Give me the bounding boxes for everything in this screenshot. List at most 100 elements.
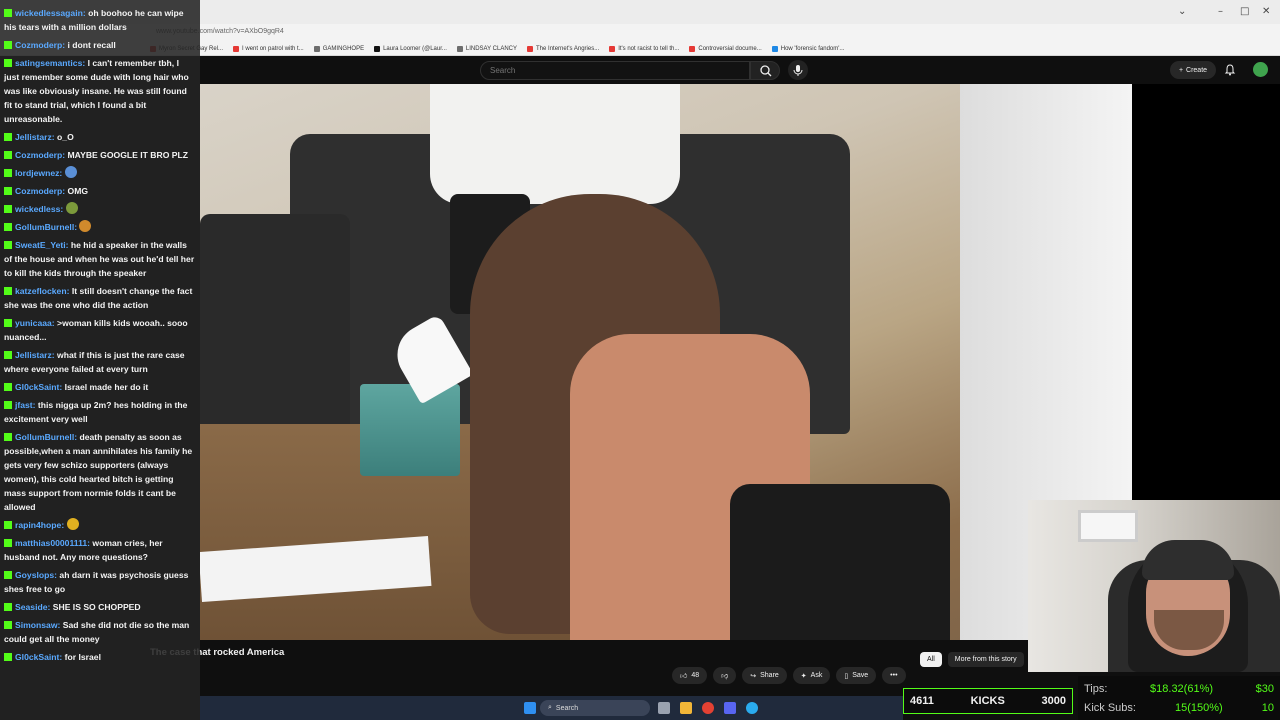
bookmark-item[interactable]: It's not racist to tell th... xyxy=(609,45,680,52)
task-view-icon[interactable] xyxy=(658,702,670,714)
tips-row: Tips: $18.32(61%) $30 xyxy=(1084,680,1274,699)
chat-overlay: wickedlessagain: oh boohoo he can wipe h… xyxy=(0,0,200,720)
notifications-bell-icon[interactable] xyxy=(1224,64,1236,76)
search-input[interactable] xyxy=(490,66,730,75)
windows-start-icon[interactable] xyxy=(524,702,536,714)
kick-badge-icon xyxy=(4,521,12,529)
chat-username[interactable]: GollumBurnell xyxy=(15,432,74,442)
video-player[interactable] xyxy=(200,84,1132,640)
chat-username[interactable]: jfast xyxy=(15,400,33,410)
bookmark-item[interactable]: LINDSAY CLANCY xyxy=(456,45,517,52)
search-button[interactable] xyxy=(750,61,780,80)
chat-message: GollumBurnell: death penalty as soon as … xyxy=(4,430,196,514)
maximize-icon[interactable]: □ xyxy=(1240,6,1249,17)
sparkle-icon: ✦ xyxy=(800,672,807,680)
chip-more-from-story[interactable]: More from this story xyxy=(947,652,1024,667)
chat-username[interactable]: wickedlessagain xyxy=(15,8,83,18)
chat-text: i dont recall xyxy=(67,40,116,50)
bookmark-item[interactable]: How 'forensic fandom'... xyxy=(771,45,845,52)
file-explorer-icon[interactable] xyxy=(680,702,692,714)
chat-message: yunicaaa: >woman kills kids wooah.. sooo… xyxy=(4,316,196,344)
share-button[interactable]: ↪ Share xyxy=(742,667,787,684)
kick-badge-icon xyxy=(4,621,12,629)
bookmark-item[interactable]: The Internet's Angries... xyxy=(527,45,599,52)
bookmark-item[interactable]: I went on patrol with t... xyxy=(233,45,304,52)
taskbar-search[interactable]: ⌕ Search xyxy=(540,700,650,716)
chip-all[interactable]: All xyxy=(920,652,942,667)
kick-badge-icon xyxy=(4,59,12,67)
chat-username[interactable]: satingsemantics xyxy=(15,58,82,68)
kick-badge-icon xyxy=(4,401,12,409)
kick-badge-icon xyxy=(4,287,12,295)
chat-text: Israel made her do it xyxy=(64,382,149,392)
chat-text: o_O xyxy=(57,132,74,142)
chair-left xyxy=(200,214,350,434)
save-button[interactable]: ▯ Save xyxy=(836,667,877,684)
bookmark-item[interactable]: GAMINGHOPE xyxy=(313,45,364,52)
chat-username[interactable]: rapin4hope xyxy=(15,520,61,530)
close-icon[interactable]: ✕ xyxy=(1262,6,1270,17)
chat-message: matthias00001111: woman cries, her husba… xyxy=(4,536,196,564)
bookmark-label: How 'forensic fandom'... xyxy=(780,45,845,52)
chat-emote-icon xyxy=(65,202,78,214)
chat-username[interactable]: yunicaaa xyxy=(15,318,52,328)
chat-username[interactable]: wickedless xyxy=(15,204,60,214)
kick-badge-icon xyxy=(4,319,12,327)
bookmark-item[interactable]: Laura Loomer (@Laur... xyxy=(374,45,447,52)
chat-username[interactable]: Gl0ckSaint xyxy=(15,382,59,392)
chat-username[interactable]: GollumBurnell xyxy=(15,222,74,232)
kick-badge-icon xyxy=(4,187,12,195)
kicks-goal-widget: 4611 KICKS 3000 xyxy=(903,688,1073,714)
tips-label: Tips: xyxy=(1084,683,1108,695)
kick-badge-icon xyxy=(4,169,12,177)
chat-message: satingsemantics: I can't remember tbh, I… xyxy=(4,56,196,126)
kick-badge-icon xyxy=(4,603,12,611)
chat-message: Jellistarz: o_O xyxy=(4,130,196,144)
avatar[interactable] xyxy=(1253,62,1268,77)
chat-username[interactable]: SweatE_Yeti xyxy=(15,240,66,250)
bookmark-favicon-icon xyxy=(233,45,240,52)
bookmark-label: I went on patrol with t... xyxy=(242,45,304,52)
more-actions-button[interactable]: ••• xyxy=(882,667,906,684)
save-label: Save xyxy=(852,672,869,679)
minimize-icon[interactable]: – xyxy=(1218,6,1223,17)
like-button[interactable]: 👍︎ 48 xyxy=(672,667,708,684)
chat-username[interactable]: Cozmoderp xyxy=(15,186,62,196)
bookmark-label: Controversial docume... xyxy=(698,45,762,52)
voice-search-button[interactable] xyxy=(788,60,808,80)
search-icon xyxy=(760,65,772,77)
chat-username[interactable]: Cozmoderp xyxy=(15,40,62,50)
discord-icon[interactable] xyxy=(724,702,736,714)
subs-goal: 10 xyxy=(1261,702,1274,714)
chat-username[interactable]: Jellistarz xyxy=(15,132,52,142)
chat-username[interactable]: matthias00001111 xyxy=(15,538,87,548)
chat-emote-icon xyxy=(79,220,92,232)
wheelchair xyxy=(730,484,950,640)
kick-badge-icon xyxy=(4,9,12,17)
chat-username[interactable]: Goyslops xyxy=(15,570,54,580)
chrome-icon[interactable] xyxy=(702,702,714,714)
chat-username[interactable]: Jellistarz xyxy=(15,350,52,360)
chat-username[interactable]: katzeflocken xyxy=(15,286,67,296)
telegram-icon[interactable] xyxy=(746,702,758,714)
chat-username[interactable]: Gl0ckSaint xyxy=(15,652,59,662)
chat-username[interactable]: Seaside xyxy=(15,602,48,612)
chevron-down-icon[interactable]: ⌄ xyxy=(1178,6,1186,17)
chat-separator: : xyxy=(60,204,66,214)
chat-username[interactable]: Simonsaw xyxy=(15,620,58,630)
chat-message: rapin4hope: xyxy=(4,518,196,532)
kick-badge-icon xyxy=(4,653,12,661)
dislike-button[interactable]: 👎︎ xyxy=(713,667,737,684)
chat-text: OMG xyxy=(67,186,89,196)
ask-button[interactable]: ✦ Ask xyxy=(792,667,831,684)
chat-text: for Israel xyxy=(64,652,101,662)
chat-message: lordjewnez: xyxy=(4,166,196,180)
chat-username[interactable]: Cozmoderp xyxy=(15,150,62,160)
bookmark-item[interactable]: Controversial docume... xyxy=(689,45,762,52)
bookmark-label: It's not racist to tell th... xyxy=(618,45,680,52)
search-box[interactable] xyxy=(480,61,750,80)
chat-message: jfast: this nigga up 2m? hes holding in … xyxy=(4,398,196,426)
chat-username[interactable]: lordjewnez xyxy=(15,168,59,178)
create-button[interactable]: + Create xyxy=(1170,61,1216,79)
bookmark-favicon-icon xyxy=(609,45,616,52)
